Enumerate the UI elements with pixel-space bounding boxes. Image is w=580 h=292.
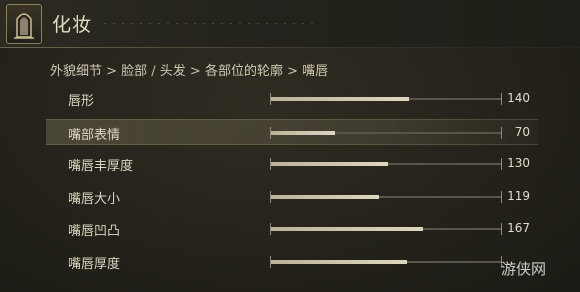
slider-label: 嘴唇大小 — [68, 191, 121, 207]
slider-max-tick — [501, 93, 502, 105]
slider-row[interactable]: 嘴部表情 70 — [46, 118, 538, 145]
slider-track[interactable] — [270, 256, 502, 268]
slider-row[interactable]: 唇形 140 — [46, 86, 538, 112]
slider-min-tick — [270, 93, 271, 105]
slider-fill — [270, 162, 389, 167]
slider-value: 167 — [507, 221, 530, 236]
header-decoration — [104, 23, 314, 24]
slider-max-tick — [501, 158, 502, 171]
slider-track[interactable] — [270, 158, 502, 171]
slider-max-tick — [501, 190, 502, 203]
slider-fill — [270, 260, 407, 264]
slider-max-tick — [501, 126, 502, 139]
slider-label: 嘴唇凹凸 — [68, 224, 121, 240]
breadcrumb: 外貌细节 > 脸部 / 头发 > 各部位的轮廓 > 嘴唇 — [50, 64, 329, 79]
slider-value: 130 — [507, 156, 530, 171]
slider-row[interactable]: 嘴唇大小 119 — [46, 184, 538, 210]
slider-fill — [270, 194, 380, 199]
slider-row[interactable]: 嘴唇厚度 — [46, 249, 538, 275]
slider-fill — [270, 130, 335, 135]
slider-label: 嘴部表情 — [68, 127, 121, 143]
slider-min-tick — [270, 223, 271, 236]
slider-label: 嘴唇丰厚度 — [68, 159, 134, 175]
slider-row[interactable]: 嘴唇丰厚度 130 — [46, 151, 538, 177]
slider-value: 140 — [507, 91, 530, 105]
header-divider — [0, 47, 580, 48]
slider-track[interactable] — [270, 190, 502, 203]
slider-label: 唇形 — [68, 94, 95, 109]
slider-track[interactable] — [270, 93, 502, 105]
slider-fill — [270, 97, 410, 101]
slider-value: 119 — [507, 188, 530, 203]
slider-row[interactable]: 嘴唇凹凸 167 — [46, 216, 538, 242]
page-title: 化妆 — [52, 14, 93, 36]
slider-track[interactable] — [270, 126, 502, 139]
slider-min-tick — [270, 256, 271, 268]
header-bar: 化妆 — [0, 0, 580, 48]
slider-min-tick — [270, 126, 271, 139]
slider-label: 嘴唇厚度 — [68, 257, 121, 272]
slider-value: 70 — [514, 124, 530, 139]
slider-min-tick — [270, 190, 271, 203]
watermark: 游侠网 — [501, 260, 547, 278]
slider-max-tick — [501, 223, 502, 236]
slider-fill — [270, 227, 424, 232]
mirror-emblem-icon — [6, 4, 42, 44]
slider-min-tick — [270, 158, 271, 171]
slider-track[interactable] — [270, 223, 502, 236]
